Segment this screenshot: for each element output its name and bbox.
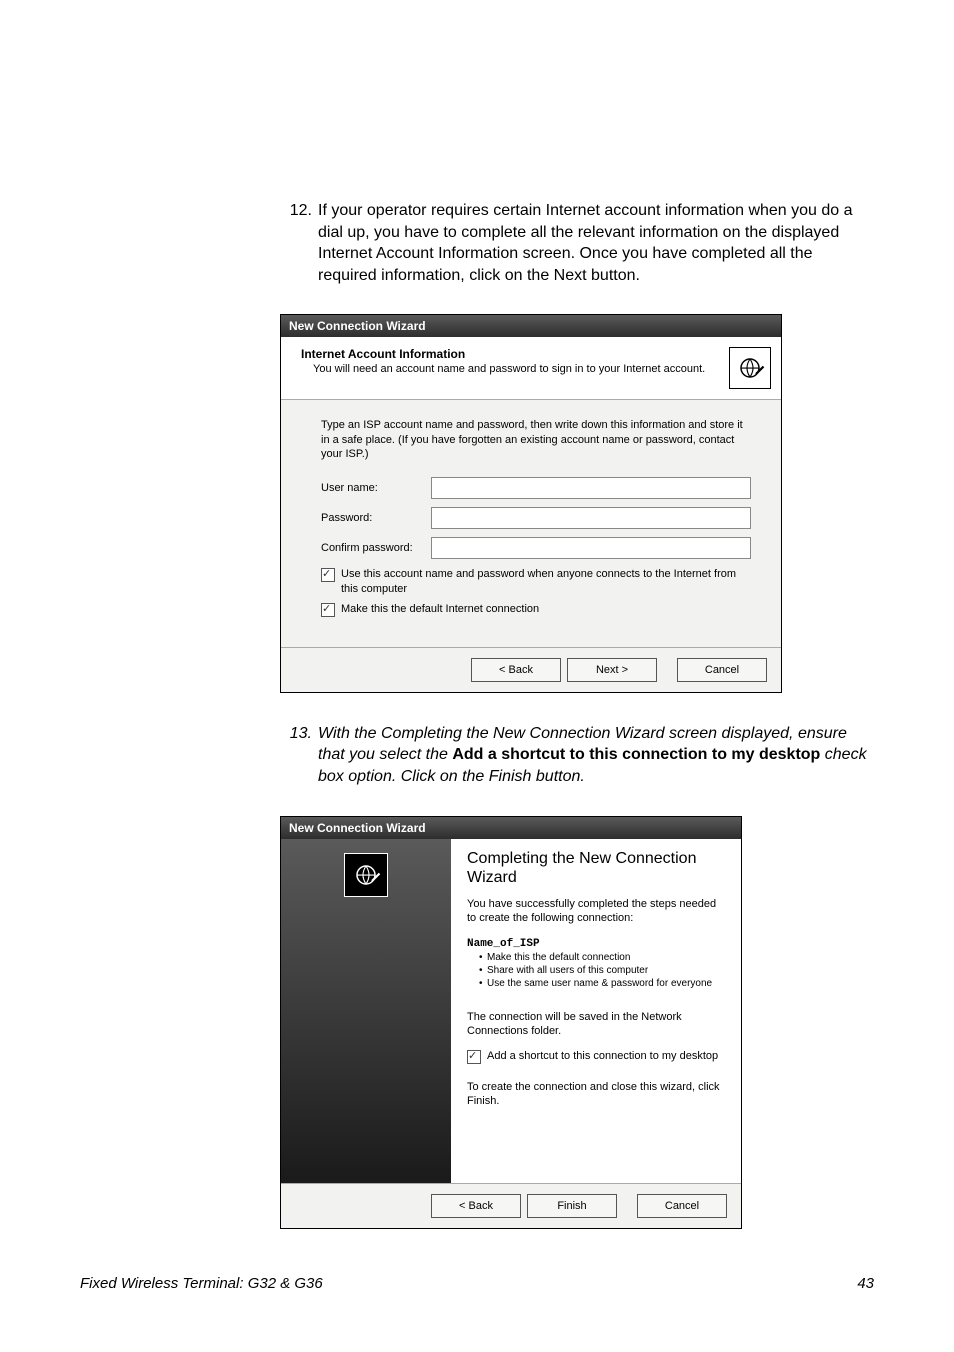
- checkmark-icon: [321, 603, 335, 617]
- cancel-button[interactable]: Cancel: [637, 1194, 727, 1218]
- cancel-button[interactable]: Cancel: [677, 658, 767, 682]
- wizard2-bullet: Share with all users of this computer: [479, 964, 725, 977]
- page-number: 43: [857, 1275, 874, 1292]
- step-13-text: With the Completing the New Connection W…: [318, 723, 874, 788]
- footer-title: Fixed Wireless Terminal: G32 & G36: [80, 1275, 323, 1292]
- checkbox-use-account-anyone[interactable]: Use this account name and password when …: [321, 567, 751, 596]
- checkbox-default-connection[interactable]: Make this the default Internet connectio…: [321, 602, 751, 617]
- wizard-completing: New Connection Wizard Completing the New…: [280, 816, 742, 1229]
- next-button[interactable]: Next >: [567, 658, 657, 682]
- wizard1-header-subtitle: You will need an account name and passwo…: [301, 363, 721, 375]
- step-12: 12. If your operator requires certain In…: [280, 200, 874, 286]
- wizard2-success-text: You have successfully completed the step…: [467, 897, 725, 926]
- step-13-number: 13.: [280, 723, 318, 745]
- checkmark-icon: [321, 568, 335, 582]
- back-button[interactable]: < Back: [431, 1194, 521, 1218]
- wizard1-header: Internet Account Information You will ne…: [281, 337, 781, 400]
- wizard2-close-text: To create the connection and close this …: [467, 1080, 725, 1109]
- step-13: 13. With the Completing the New Connecti…: [280, 723, 874, 788]
- input-confirm-password[interactable]: [431, 537, 751, 559]
- step-12-text: If your operator requires certain Intern…: [318, 200, 874, 286]
- wizard2-sidebar: [281, 839, 451, 1183]
- back-button[interactable]: < Back: [471, 658, 561, 682]
- label-password: Password:: [321, 512, 431, 524]
- label-username: User name:: [321, 482, 431, 494]
- wizard2-saved-text: The connection will be saved in the Netw…: [467, 1010, 725, 1039]
- input-username[interactable]: [431, 477, 751, 499]
- wizard2-bullet: Use the same user name & password for ev…: [479, 977, 725, 990]
- input-password[interactable]: [431, 507, 751, 529]
- wizard1-titlebar: New Connection Wizard: [281, 315, 781, 337]
- finish-button[interactable]: Finish: [527, 1194, 617, 1218]
- wizard1-intro: Type an ISP account name and password, t…: [321, 418, 751, 461]
- wizard2-heading: Completing the New Connection Wizard: [467, 849, 725, 887]
- wizard-globe-icon: [729, 347, 771, 389]
- wizard2-isp-block: Name_of_ISP Make this the default connec…: [467, 936, 725, 990]
- label-confirm-password: Confirm password:: [321, 542, 431, 554]
- wizard-globe-icon: [344, 853, 388, 897]
- step-12-number: 12.: [280, 200, 318, 222]
- wizard1-header-title: Internet Account Information: [301, 347, 721, 361]
- page-footer: Fixed Wireless Terminal: G32 & G36 43: [80, 1275, 874, 1292]
- checkmark-icon: [467, 1050, 481, 1064]
- wizard-internet-account: New Connection Wizard Internet Account I…: [280, 314, 782, 692]
- checkbox-add-shortcut[interactable]: Add a shortcut to this connection to my …: [467, 1049, 725, 1064]
- wizard2-titlebar: New Connection Wizard: [281, 817, 741, 839]
- wizard2-bullet: Make this the default connection: [479, 951, 725, 964]
